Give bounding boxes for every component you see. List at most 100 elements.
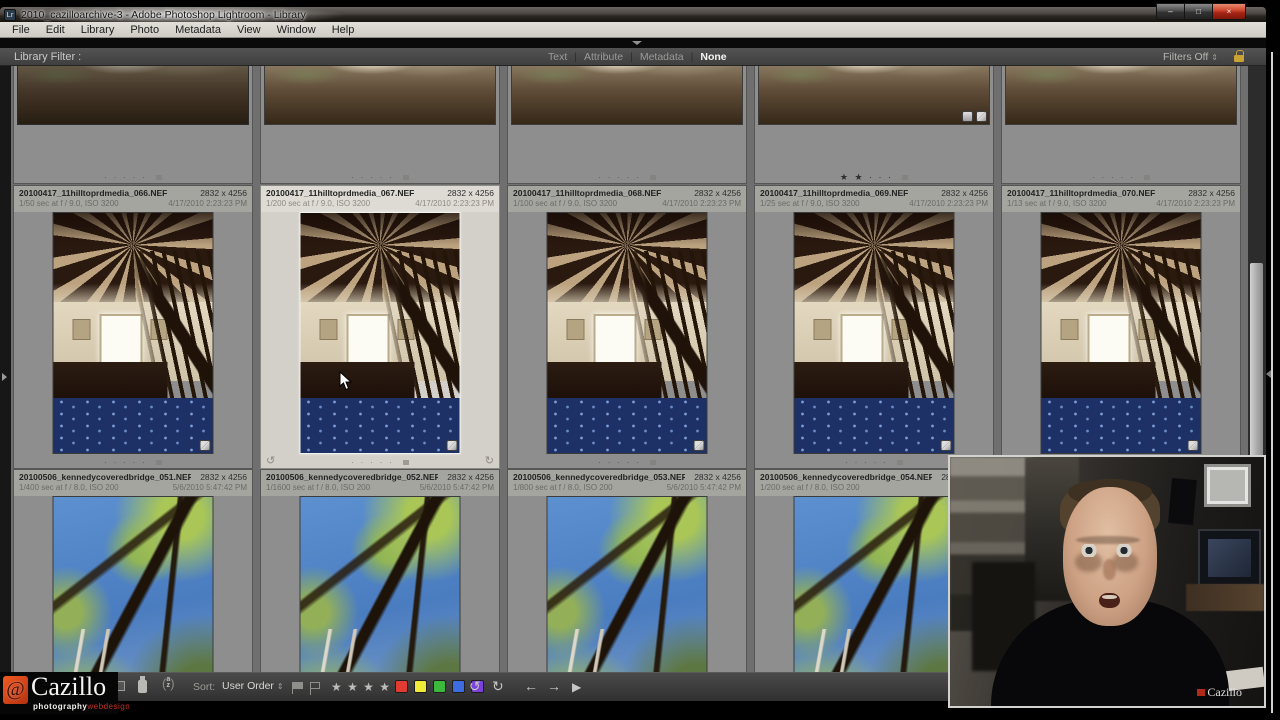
rating-footer[interactable]: ↺ · · · · · ↻	[261, 452, 499, 467]
photo-exposure: 1/800 sec at f / 8.0, ISO 200	[513, 483, 613, 492]
sort-direction-icon[interactable]: (a z)	[162, 676, 175, 690]
window-controls: – □ ×	[1156, 3, 1246, 20]
flag-icon[interactable]	[650, 175, 656, 180]
watermark-icon	[1197, 688, 1206, 696]
photo-exposure: 1/13 sec at f / 9.0, ISO 3200	[1007, 199, 1107, 208]
flag-reject-icon[interactable]	[310, 682, 320, 695]
rotate-left-icon[interactable]: ↺	[469, 678, 481, 695]
menu-library[interactable]: Library	[73, 24, 123, 36]
crop-badge-icon[interactable]	[962, 111, 973, 122]
photo-filename: 20100417_11hilltoprdmedia_066.NEF	[19, 188, 168, 198]
rating-footer[interactable]: · · · · ·	[508, 167, 746, 182]
cazillo-logo: @ Cazillo photographywebdesign	[0, 672, 130, 714]
filter-tab-text[interactable]: Text	[548, 51, 567, 63]
photo-date: 5/6/2010 5:47:42 PM	[666, 483, 741, 492]
photo-filename: 20100417_11hilltoprdmedia_070.NEF	[1007, 188, 1156, 198]
expand-right-panel-icon[interactable]	[1266, 370, 1271, 378]
photo-cell[interactable]: 20100417_11hilltoprdmedia_068.NEF 2832 x …	[507, 185, 747, 469]
photo-thumbnail-staircase	[793, 212, 955, 454]
close-button[interactable]: ×	[1212, 3, 1246, 20]
sort-order-dropdown[interactable]: User Order ⇕	[222, 680, 284, 692]
filter-tab-attribute[interactable]: Attribute	[584, 51, 623, 63]
photo-cell[interactable]: 20100506_kennedycoveredbridge_053.NEF 283…	[507, 469, 747, 672]
title-bar[interactable]: Lr 2010_cazilloarchive-3 - Adobe Photosh…	[0, 7, 1266, 22]
photo-cell[interactable]: ★ ★ · · ·	[754, 66, 994, 184]
minimize-button[interactable]: –	[1156, 3, 1185, 20]
filter-tab-none[interactable]: None	[700, 51, 726, 63]
photo-cell[interactable]: 20100506_kennedycoveredbridge_051.NEF 283…	[13, 469, 253, 672]
rotate-left-icon[interactable]: ↺	[266, 454, 275, 467]
expand-left-panel-icon[interactable]	[2, 373, 7, 381]
tab-separator: |	[690, 51, 694, 63]
color-label-blue[interactable]	[452, 680, 465, 693]
crop-badge-icon[interactable]	[446, 440, 458, 451]
photo-thumbnail-river	[17, 66, 249, 125]
previous-photo-icon[interactable]: ←	[524, 678, 538, 694]
filter-tab-metadata[interactable]: Metadata	[640, 51, 684, 63]
menu-edit[interactable]: Edit	[38, 24, 73, 36]
crop-badge-icon[interactable]	[199, 440, 211, 451]
webcam-speaker	[1167, 478, 1197, 526]
slideshow-play-icon[interactable]: ▶	[572, 680, 581, 694]
photo-exposure: 1/200 sec at f / 8.0, ISO 200	[760, 483, 860, 492]
flag-icon[interactable]	[156, 460, 162, 465]
photo-filename: 20100417_11hilltoprdmedia_068.NEF	[513, 188, 662, 198]
filter-tabs: Text | Attribute | Metadata | None	[548, 51, 727, 63]
photo-cell[interactable]: · · · · ·	[507, 66, 747, 184]
menu-file[interactable]: File	[4, 24, 38, 36]
photo-cell[interactable]: · · · · ·	[1001, 66, 1241, 184]
develop-badge-icon[interactable]	[976, 111, 987, 122]
photo-cell[interactable]: · · · · ·	[260, 66, 500, 184]
next-photo-icon[interactable]: →	[547, 678, 561, 694]
photo-cell[interactable]: · · · · ·	[13, 66, 253, 184]
crop-badge-icon[interactable]	[1187, 440, 1199, 451]
filter-preset-dropdown[interactable]: Filters Off ⇕	[1163, 51, 1218, 63]
photo-cell[interactable]: 20100506_kennedycoveredbridge_052.NEF 283…	[260, 469, 500, 672]
cell-header: 20100417_11hilltoprdmedia_066.NEF 2832 x …	[14, 186, 252, 212]
color-label-green[interactable]	[433, 680, 446, 693]
rating-footer[interactable]: · · · · ·	[14, 452, 252, 467]
photo-cell[interactable]: 20100417_11hilltoprdmedia_066.NEF 2832 x …	[13, 185, 253, 469]
flag-icon[interactable]	[403, 175, 409, 180]
flag-pick-icon[interactable]	[292, 682, 303, 694]
rotate-right-icon[interactable]: ↻	[492, 678, 504, 695]
collapse-top-panel-icon[interactable]	[632, 41, 642, 45]
flag-icon[interactable]	[1144, 175, 1150, 180]
photo-date: 5/6/2010 5:47:42 PM	[172, 483, 247, 492]
photo-cell[interactable]: 20100417_11hilltoprdmedia_070.NEF 2832 x …	[1001, 185, 1241, 469]
rating-footer[interactable]: · · · · ·	[508, 452, 746, 467]
maximize-button[interactable]: □	[1185, 3, 1212, 20]
filter-lock-icon[interactable]	[1234, 50, 1244, 62]
photo-cell-selected[interactable]: 20100417_11hilltoprdmedia_067.NEF 2832 x …	[260, 185, 500, 469]
menu-help[interactable]: Help	[324, 24, 363, 36]
photo-filename: 20100506_kennedycoveredbridge_053.NEF	[513, 472, 685, 482]
rating-footer[interactable]: · · · · ·	[14, 167, 252, 182]
cell-header: 20100417_11hilltoprdmedia_069.NEF 2832 x …	[755, 186, 993, 212]
rating-footer[interactable]: · · · · ·	[261, 167, 499, 182]
photo-thumbnail-trees	[546, 496, 708, 672]
rotate-right-icon[interactable]: ↻	[485, 454, 494, 467]
flag-icon[interactable]	[156, 175, 162, 180]
menu-photo[interactable]: Photo	[122, 24, 167, 36]
crop-badge-icon[interactable]	[940, 440, 952, 451]
crop-badge-icon[interactable]	[693, 440, 705, 451]
menu-metadata[interactable]: Metadata	[167, 24, 229, 36]
menu-view[interactable]: View	[229, 24, 269, 36]
library-filter-bar: Library Filter : Text | Attribute | Metadata…	[0, 48, 1266, 66]
flag-icon[interactable]	[403, 460, 409, 465]
photo-cell[interactable]: 20100417_11hilltoprdmedia_069.NEF 2832 x …	[754, 185, 994, 469]
photo-thumbnail-river	[511, 66, 743, 125]
menu-window[interactable]: Window	[269, 24, 324, 36]
mouse-cursor	[339, 371, 353, 391]
color-label-red[interactable]	[395, 680, 408, 693]
rating-footer[interactable]: · · · · ·	[1002, 167, 1240, 182]
flag-icon[interactable]	[650, 460, 656, 465]
photo-filename: 20100506_kennedycoveredbridge_051.NEF	[19, 472, 191, 482]
painter-spray-icon[interactable]	[138, 676, 147, 693]
color-label-yellow[interactable]	[414, 680, 427, 693]
flag-icon[interactable]	[897, 460, 903, 465]
photo-thumbnail-staircase	[1040, 212, 1202, 454]
webcam-watermark: Cazillo	[1197, 685, 1242, 700]
flag-icon[interactable]	[902, 175, 909, 180]
rating-footer[interactable]: ★ ★ · · ·	[755, 167, 993, 182]
